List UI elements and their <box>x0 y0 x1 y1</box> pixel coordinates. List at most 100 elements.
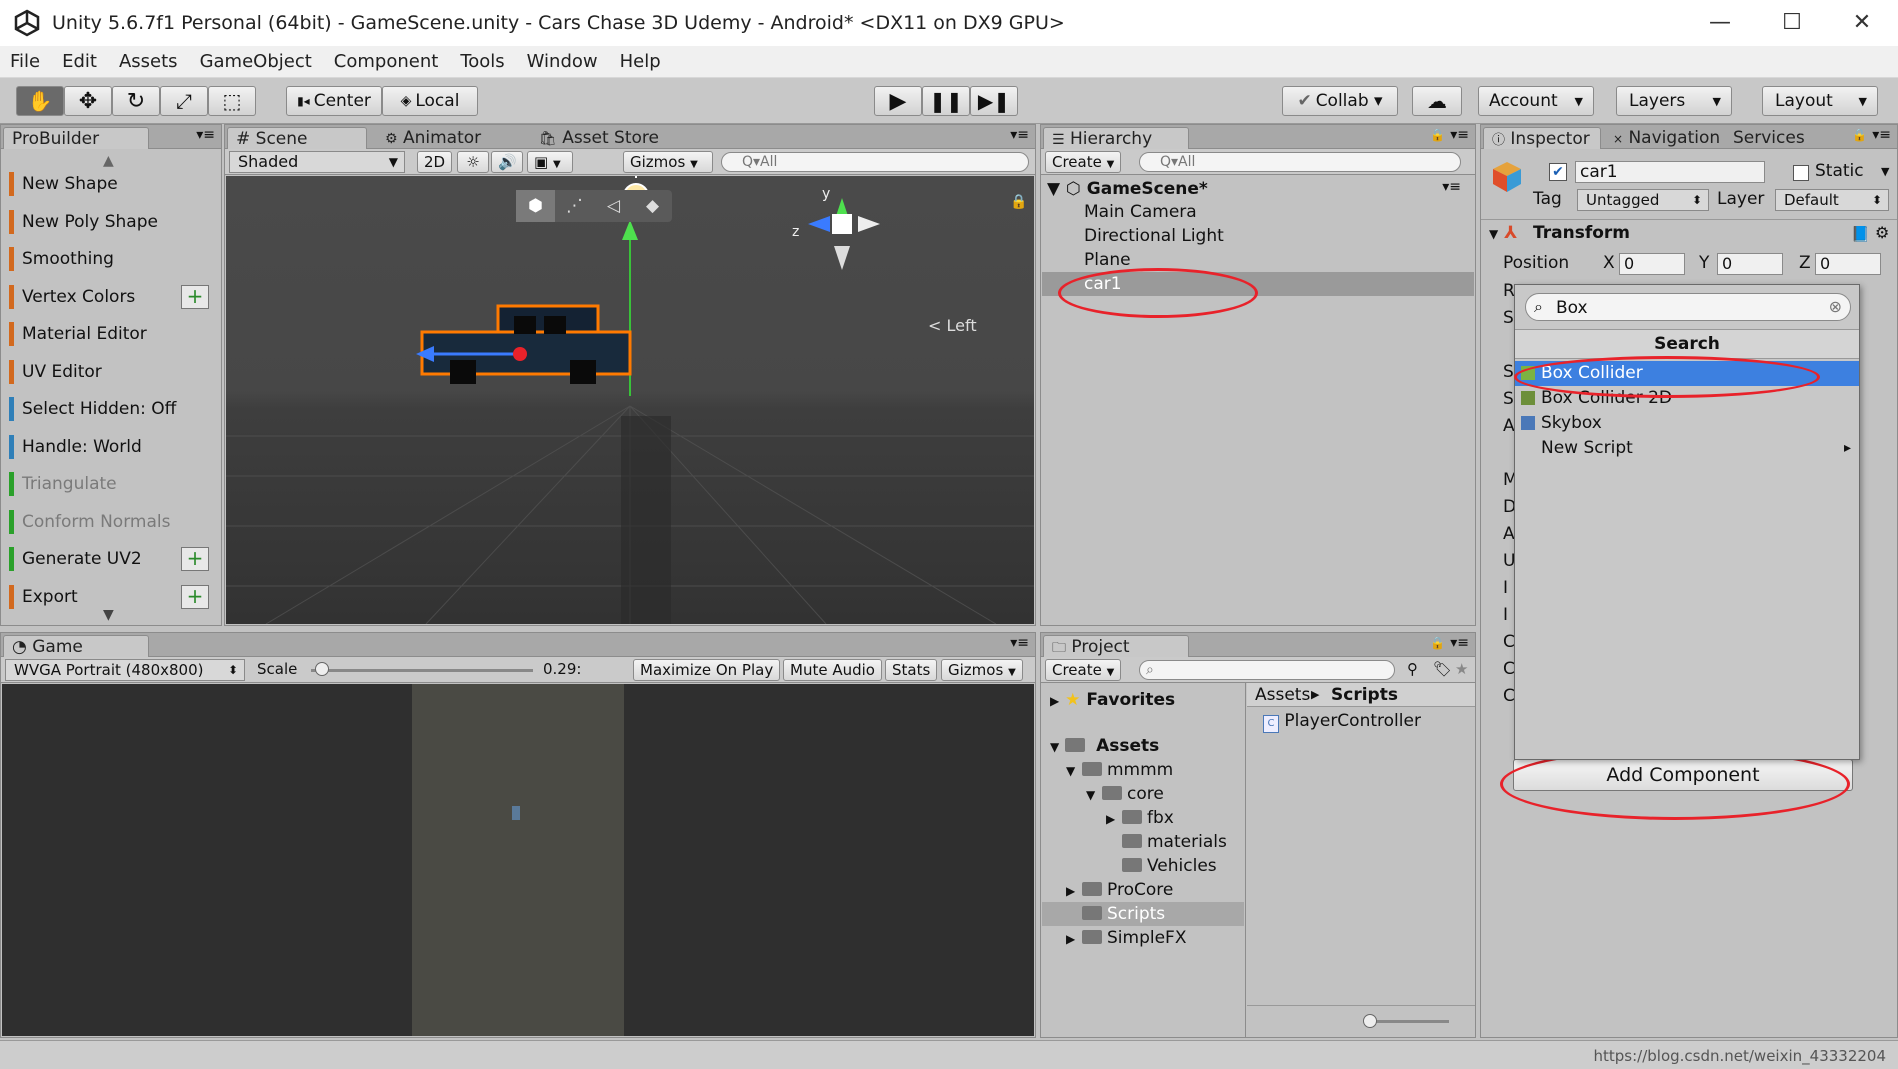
panel-menu-icon[interactable]: ▾≡ <box>1010 127 1029 143</box>
play-button[interactable]: ▶ <box>874 86 922 116</box>
scale-slider-track[interactable] <box>311 669 533 672</box>
probuilder-item[interactable]: UV Editor <box>9 357 102 387</box>
collapse-arrow-icon[interactable]: ▶ <box>1106 807 1122 831</box>
scene-viewport[interactable]: ⬢ ⋰ ◁ ◆ y z 🔒 < Left <box>226 176 1034 624</box>
menu-window[interactable]: Window <box>527 51 598 72</box>
probuilder-item[interactable]: Generate UV2 <box>9 544 142 574</box>
tab-inspector[interactable]: ⓘ Inspector <box>1483 127 1601 149</box>
options-plus-button[interactable]: + <box>181 547 209 571</box>
orientation-gizmo[interactable] <box>788 188 898 284</box>
filter-type-icon[interactable]: ⚲ <box>1407 660 1418 678</box>
hierarchy-item-directional-light[interactable]: Directional Light <box>1084 224 1224 248</box>
filter-label-icon[interactable]: 🏷 <box>1433 660 1452 678</box>
edge-mode-icon[interactable]: ◁ <box>594 190 633 222</box>
layout-dropdown[interactable]: Layout ▼ <box>1762 86 1878 116</box>
panel-menu-icon[interactable]: ▾≡ <box>1450 635 1469 651</box>
icon-size-slider-track[interactable] <box>1369 1020 1449 1023</box>
lock-icon[interactable]: 🔒 <box>1852 128 1867 142</box>
scene-search-input[interactable]: Q▾All <box>721 152 1029 172</box>
panel-menu-icon[interactable]: ▾≡ <box>1872 127 1891 143</box>
help-book-icon[interactable]: 📘 <box>1851 225 1870 243</box>
mute-audio-toggle[interactable]: Mute Audio <box>783 659 882 681</box>
project-folder-item[interactable]: Vehicles <box>1106 854 1217 878</box>
face-mode-icon[interactable]: ◆ <box>633 190 672 222</box>
pos-z-field[interactable]: 0 <box>1815 253 1881 275</box>
project-folder-item[interactable]: ▶ SimpleFX <box>1066 926 1186 950</box>
hierarchy-item-main-camera[interactable]: Main Camera <box>1084 200 1197 224</box>
maximize-on-play-toggle[interactable]: Maximize On Play <box>633 659 781 681</box>
probuilder-item[interactable]: Export <box>9 582 78 612</box>
2d-toggle-button[interactable]: 2D <box>417 151 453 173</box>
settings-gear-icon[interactable]: ⚙ <box>1875 223 1889 242</box>
assets-node[interactable]: ▼ Assets <box>1050 734 1159 758</box>
component-result-item[interactable]: New Script ▸ <box>1515 436 1859 461</box>
scene-gizmos-dropdown[interactable]: Gizmos ▼ <box>623 151 713 173</box>
scale-tool-button[interactable]: ⤢ <box>160 86 208 116</box>
audio-toggle-button[interactable]: 🔊 <box>491 151 523 173</box>
collapse-arrow-icon[interactable]: ▶ <box>1066 927 1082 951</box>
tab-navigation[interactable]: × Navigation <box>1605 127 1728 149</box>
project-folder-item[interactable]: ▶ ProCore <box>1066 878 1173 902</box>
collab-button[interactable]: ✔ Collab ▾ <box>1282 86 1398 116</box>
scroll-up-icon[interactable]: ▲ <box>103 153 114 169</box>
project-folder-item[interactable]: ▼ core <box>1086 782 1164 806</box>
tab-probuilder[interactable]: ProBuilder <box>3 127 149 149</box>
tab-game[interactable]: ◔ Game <box>3 635 149 657</box>
lock-icon[interactable]: 🔒 <box>1010 194 1027 210</box>
resolution-dropdown[interactable]: WVGA Portrait (480x800) ⬍ <box>5 659 245 681</box>
menu-tools[interactable]: Tools <box>460 51 504 72</box>
panel-menu-icon[interactable]: ▾≡ <box>1450 127 1469 143</box>
pause-button[interactable]: ❚❚ <box>922 86 970 116</box>
rect-tool-button[interactable]: ⬚ <box>208 86 256 116</box>
shading-dropdown[interactable]: Shaded ▼ <box>229 151 405 173</box>
hand-tool-button[interactable]: ✋ <box>16 86 64 116</box>
component-result-item[interactable]: Skybox <box>1515 411 1859 436</box>
panel-menu-icon[interactable]: ▾≡ <box>1010 635 1029 651</box>
panel-menu-icon[interactable]: ▾≡ <box>1442 179 1461 195</box>
pos-x-field[interactable]: 0 <box>1619 253 1685 275</box>
menu-edit[interactable]: Edit <box>62 51 97 72</box>
active-checkbox[interactable]: ✔ <box>1549 163 1567 181</box>
transform-header[interactable]: ▼ ⅄ Transform <box>1489 223 1630 243</box>
scale-slider-thumb[interactable] <box>315 662 330 676</box>
layer-dropdown[interactable]: Default ⬍ <box>1775 189 1889 211</box>
minimize-button[interactable]: — <box>1700 8 1740 38</box>
probuilder-item[interactable]: New Shape <box>9 169 118 199</box>
project-search-input[interactable]: ⌕ <box>1139 660 1395 680</box>
hierarchy-search-input[interactable]: Q▾All <box>1139 152 1461 172</box>
tab-animator[interactable]: ⚙ Animator <box>377 127 489 149</box>
probuilder-item[interactable]: Select Hidden: Off <box>9 394 176 424</box>
object-name-field[interactable]: car1 <box>1575 161 1765 183</box>
menu-gameobject[interactable]: GameObject <box>200 51 312 72</box>
project-folder-item[interactable]: Scripts <box>1066 902 1165 926</box>
breadcrumb-scripts[interactable]: Scripts <box>1331 685 1398 705</box>
probuilder-item[interactable]: Conform Normals <box>9 507 170 537</box>
space-local-button[interactable]: ◈ Local <box>382 86 478 116</box>
maximize-button[interactable]: ☐ <box>1772 8 1812 38</box>
file-item-playercontroller[interactable]: C PlayerController <box>1263 711 1421 733</box>
tab-asset-store[interactable]: 🛍 Asset Store <box>531 127 667 149</box>
probuilder-item[interactable]: Material Editor <box>9 319 147 349</box>
static-checkbox[interactable] <box>1793 165 1809 181</box>
close-button[interactable]: ✕ <box>1842 8 1882 38</box>
object-mode-icon[interactable]: ⬢ <box>516 190 555 222</box>
static-dropdown-arrow-icon[interactable]: ▼ <box>1881 165 1889 178</box>
menu-help[interactable]: Help <box>620 51 661 72</box>
step-button[interactable]: ▶❚ <box>970 86 1018 116</box>
options-plus-button[interactable]: + <box>181 284 209 309</box>
tab-project[interactable]: 🗀 Project <box>1043 635 1189 657</box>
car1-model[interactable] <box>416 304 632 384</box>
account-dropdown[interactable]: Account ▼ <box>1478 86 1594 116</box>
pos-y-field[interactable]: 0 <box>1717 253 1783 275</box>
favorite-star-icon[interactable]: ★ <box>1455 660 1468 678</box>
rotate-tool-button[interactable]: ↻ <box>112 86 160 116</box>
scene-root-item[interactable]: ▼ ⬡ GameScene* <box>1047 179 1208 199</box>
probuilder-item[interactable]: New Poly Shape <box>9 207 158 237</box>
stats-toggle[interactable]: Stats <box>885 659 938 681</box>
expand-arrow-icon[interactable]: ▼ <box>1066 759 1082 783</box>
project-folder-item[interactable]: ▶ fbx <box>1106 806 1174 830</box>
project-folder-item[interactable]: materials <box>1106 830 1227 854</box>
move-tool-button[interactable]: ✥ <box>64 86 112 116</box>
tag-dropdown[interactable]: Untagged ⬍ <box>1577 189 1709 211</box>
lock-icon[interactable]: 🔒 <box>1430 636 1445 650</box>
